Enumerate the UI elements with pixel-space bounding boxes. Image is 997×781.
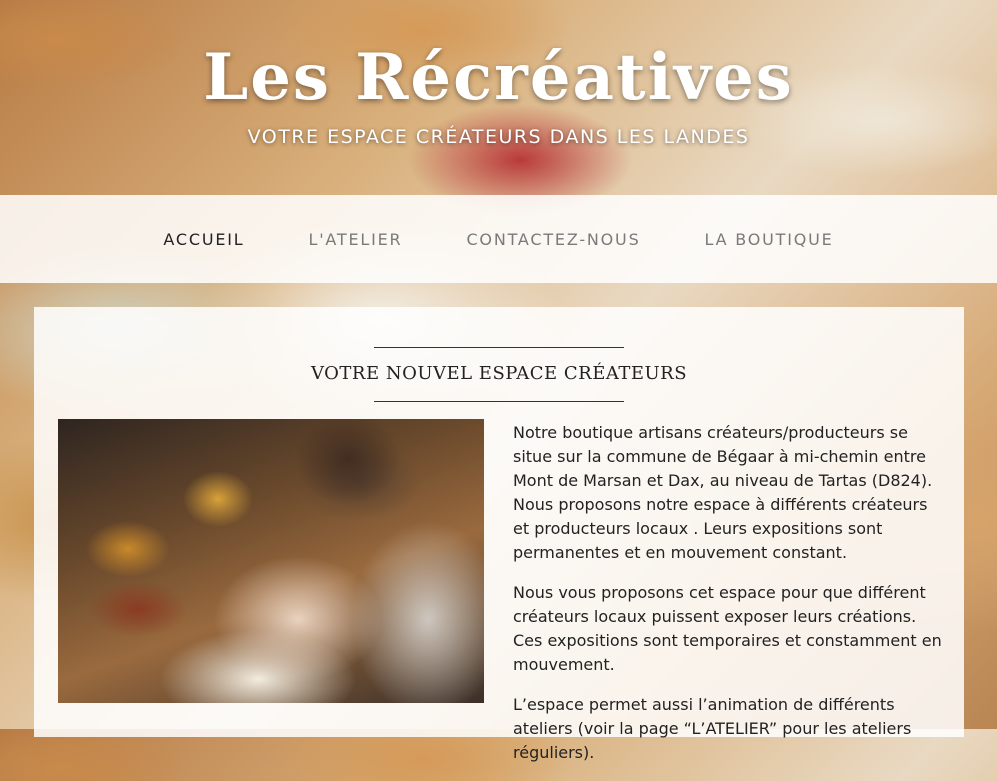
site-tagline: VOTRE ESPACE CRÉATEURS DANS LES LANDES (247, 126, 750, 148)
intro-paragraph: Nous vous proposons cet espace pour que … (513, 583, 942, 674)
nav-item-accueil[interactable]: ACCUEIL (163, 230, 244, 249)
crafting-photo (58, 419, 484, 703)
nav-item-atelier[interactable]: L'ATELIER (308, 230, 402, 249)
intro-text: Notre boutique artisans créateurs/produc… (513, 421, 943, 781)
section-title: VOTRE NOUVEL ESPACE CRÉATEURS (310, 363, 688, 384)
main-navigation: ACCUEIL L'ATELIER CONTACTEZ-NOUS LA BOUT… (0, 195, 997, 283)
divider-top (374, 347, 624, 348)
nav-item-contact[interactable]: CONTACTEZ-NOUS (466, 230, 640, 249)
site-title[interactable]: Les Récréatives (0, 40, 997, 115)
section-heading: VOTRE NOUVEL ESPACE CRÉATEURS (34, 347, 964, 402)
photo-person-detail (258, 419, 484, 703)
nav-item-boutique[interactable]: LA BOUTIQUE (705, 230, 834, 249)
divider-bottom (374, 401, 624, 402)
intro-paragraph: L’espace permet aussi l’animation de dif… (513, 695, 912, 762)
intro-paragraph: Notre boutique artisans créateurs/produc… (513, 423, 933, 562)
site-header: Les Récréatives VOTRE ESPACE CRÉATEURS D… (0, 0, 997, 195)
content-panel: VOTRE NOUVEL ESPACE CRÉATEURS Notre bout… (34, 307, 964, 762)
